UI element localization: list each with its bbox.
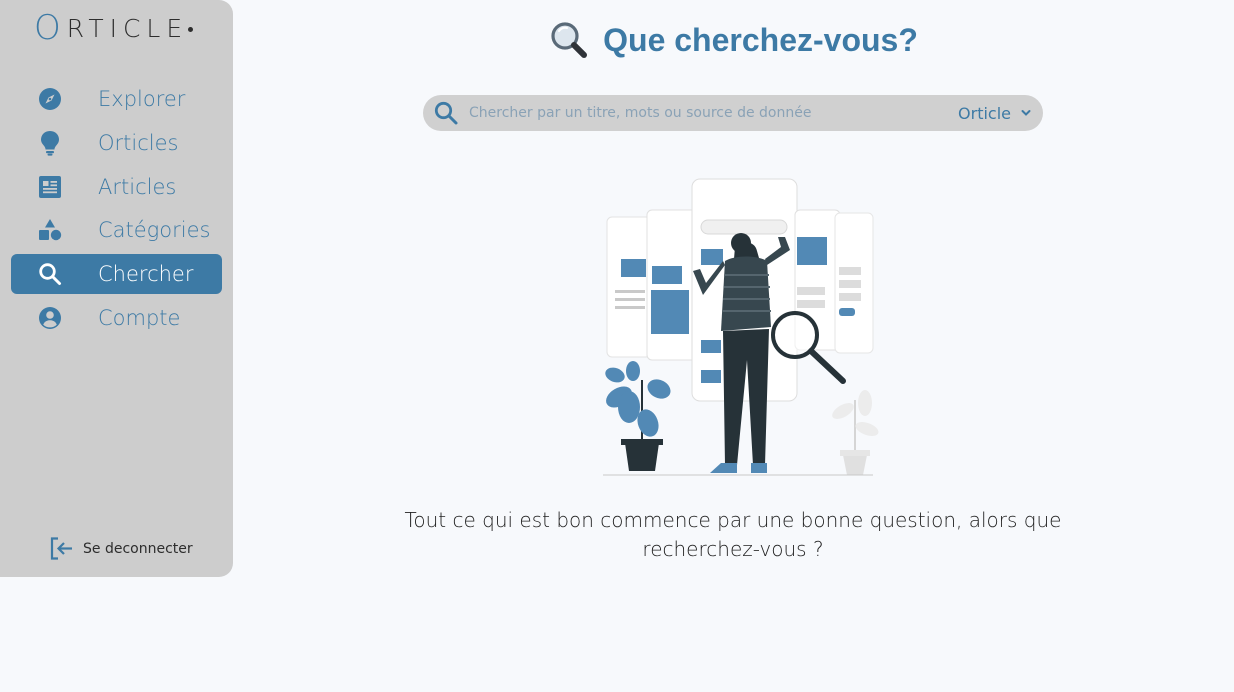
sidebar-item-compte[interactable]: Compte: [11, 298, 222, 338]
page-title-text: Que cherchez-vous?: [603, 21, 918, 58]
shapes-icon: [11, 218, 91, 242]
logout-label: Se deconnecter: [83, 540, 193, 557]
search-illustration: [585, 175, 885, 480]
logo-text: RTICLE: [66, 13, 189, 43]
sidebar-item-explorer[interactable]: Explorer: [11, 79, 222, 119]
sidebar-item-chercher[interactable]: Chercher: [11, 254, 222, 295]
sidebar-nav: Explorer Orticles Articles Catégories Ch…: [11, 79, 222, 342]
user-circle-icon: [11, 306, 91, 330]
lightbulb-icon: [11, 130, 91, 156]
magnifying-glass-icon: [549, 20, 589, 60]
source-select-value: Orticle: [958, 103, 1011, 123]
app-logo[interactable]: O RTICLE: [34, 8, 194, 48]
logo-dot: [188, 26, 194, 32]
search-prompt-text: Tout ce qui est bon commence par une bon…: [404, 508, 1062, 561]
sidebar: O RTICLE Explorer Orticles Articles Caté…: [0, 0, 233, 577]
sidebar-item-label: Articles: [98, 174, 177, 199]
chevron-down-icon: [1021, 108, 1031, 118]
sidebar-item-label: Explorer: [98, 87, 186, 111]
search-icon[interactable]: [433, 100, 459, 126]
logout-icon: [49, 536, 74, 561]
logo-letter: O: [34, 8, 61, 48]
newspaper-icon: [11, 175, 91, 199]
search-icon: [11, 262, 91, 286]
source-select[interactable]: Orticle: [958, 104, 1031, 123]
sidebar-item-articles[interactable]: Articles: [11, 167, 222, 207]
sidebar-item-label: Orticles: [98, 130, 179, 155]
sidebar-item-label: Catégories: [98, 218, 211, 243]
sidebar-item-orticles[interactable]: Orticles: [11, 123, 222, 163]
search-bar: Orticle: [423, 95, 1043, 131]
page-title: Que cherchez-vous?: [300, 20, 1167, 60]
compass-icon: [11, 87, 91, 111]
sidebar-item-label: Chercher: [98, 262, 194, 287]
search-input[interactable]: [469, 105, 939, 121]
logout-button[interactable]: Se deconnecter: [49, 536, 193, 561]
sidebar-item-categories[interactable]: Catégories: [11, 210, 222, 250]
sidebar-item-label: Compte: [98, 305, 181, 330]
